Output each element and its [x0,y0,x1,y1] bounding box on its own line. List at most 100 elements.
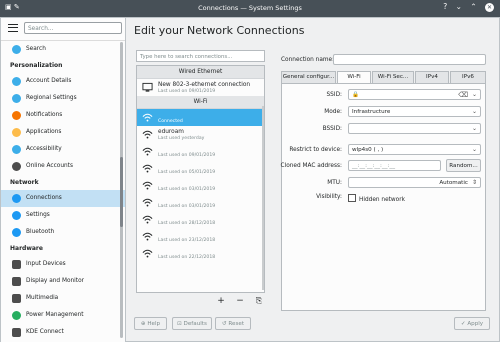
tab-ipv4[interactable]: IPv4 [415,71,449,83]
wifi-tab-content: SSID: 🔒 ⌫ ⌄ Mode: Infrastructure ⌄ BSSID… [281,83,486,311]
sidebar-item-label: Power Management [26,312,84,318]
wifi-connection-item[interactable]: Last used on 03/01/2019 [137,177,264,194]
wired-group-header: Wired Ethernet [137,66,264,79]
sidebar-item-label: Input Devices [26,261,66,267]
wifi-connection-item[interactable]: Last used on 28/12/2018 [137,211,264,228]
wired-network-icon [142,82,153,93]
sidebar: Search... Search Personalization Account … [1,18,126,342]
multimedia-icon [12,294,21,303]
wifi-connection-item[interactable]: Last used on 05/01/2019 [137,160,264,177]
monitor-icon [12,277,21,286]
wifi-signal-icon [142,214,153,225]
sidebar-item-display-and-monitor[interactable]: Display and Monitor [1,273,125,290]
tab-wifi-security[interactable]: Wi-Fi Sec... [372,71,414,83]
mtu-spinbox[interactable]: Automatic ⇕ [348,177,481,188]
sidebar-item-online-accounts[interactable]: Online Accounts [1,158,125,175]
reset-button[interactable]: ↺ Reset [215,317,251,330]
close-icon[interactable]: ✕ [485,3,494,12]
ssid-field[interactable]: 🔒 ⌫ ⌄ [348,89,481,100]
tab-ipv6[interactable]: IPv6 [450,71,486,83]
connection-last-used: Last used on 23/12/2018 [158,238,216,243]
wifi-connection-item[interactable]: Last used on 22/12/2018 [137,245,264,262]
connection-list: Wired Ethernet New 802-3-ethernet connec… [136,65,265,293]
hidden-network-option[interactable]: Hidden network [348,194,405,203]
chevron-down-icon[interactable]: ⌄ [472,90,477,99]
connection-last-used: Last used on 09/01/2019 [158,89,216,94]
cloned-mac-label: Cloned MAC address: [280,163,342,169]
chevron-down-icon: ⌄ [471,146,477,153]
mode-label: Mode: [324,109,342,115]
hidden-network-checkbox[interactable] [348,194,356,202]
reset-label: Reset [228,321,245,327]
sidebar-search-input[interactable]: Search... [24,22,122,34]
sidebar-item-label: Notifications [26,112,63,118]
network-globe-icon [12,194,21,203]
sidebar-item-label: Bluetooth [26,229,55,235]
sidebar-item-account-details[interactable]: Account Details [1,73,125,90]
wifi-connection-list: Connected eduroam Last used yesterday Last … [137,109,264,262]
defaults-button[interactable]: ⊡ Defaults [172,317,212,330]
star-icon [12,128,21,137]
sidebar-item-label: Applications [26,129,62,135]
sidebar-item-bluetooth[interactable]: Bluetooth [1,224,125,241]
window-controls[interactable]: ? ⌄ ⌃ ✕ [443,2,494,12]
sidebar-item-label: Connections [26,195,62,201]
add-connection-button[interactable]: + [215,295,227,307]
help-label: Help [147,321,161,327]
sidebar-scrollbar-thumb[interactable] [120,157,123,227]
cloned-mac-field[interactable]: __:__:__:__:__:__ [348,160,441,171]
clear-icon[interactable]: ⌫ [458,90,468,99]
mtu-label: MTU: [327,180,342,186]
export-connection-icon[interactable]: ⎘ [253,295,265,307]
bssid-select[interactable]: ⌄ [348,123,481,134]
window-buttons-icons[interactable]: ? ⌄ ⌃ [443,2,479,11]
connection-last-used: Last used on 22/12/2018 [158,255,216,260]
wifi-signal-icon [142,129,153,140]
sidebar-item-connections[interactable]: Connections [1,190,125,207]
connection-last-used: Last used on 03/01/2019 [158,187,216,192]
sidebar-item-multimedia[interactable]: Multimedia [1,290,125,307]
connection-list-scrollbar[interactable] [262,106,264,290]
sidebar-item-notifications[interactable]: Notifications [1,107,125,124]
random-mac-button[interactable]: Random... [446,159,481,172]
bluetooth-icon [12,228,21,237]
sidebar-item-regional-settings[interactable]: Regional Settings [1,90,125,107]
apply-button[interactable]: ✓ Apply [454,317,490,330]
connection-last-used: Last used on 09/01/2019 [158,153,216,158]
wifi-connection-item[interactable]: Last used on 03/01/2019 [137,194,264,211]
connection-last-used: Last used on 05/01/2019 [158,170,216,175]
help-button[interactable]: ⊕ Help [134,317,167,330]
sidebar-scrollbar[interactable] [120,42,123,338]
apply-label: Apply [467,321,484,327]
user-icon [12,77,21,86]
sidebar-item-search[interactable]: Search [1,41,125,58]
sidebar-item-settings[interactable]: Settings [1,207,125,224]
connection-last-used: Last used on 03/01/2019 [158,204,216,209]
wifi-connection-item[interactable]: Last used on 09/01/2019 [137,143,264,160]
power-icon [12,311,21,320]
wifi-connection-item[interactable]: eduroam Last used yesterday [137,126,264,143]
mode-select[interactable]: Infrastructure ⌄ [348,106,481,117]
wired-connection-item[interactable]: New 802-3-ethernet connection Last used o… [137,79,264,96]
search-icon [12,45,21,54]
sidebar-item-accessibility[interactable]: Accessibility [1,141,125,158]
connection-name-field[interactable] [333,54,486,65]
wifi-connection-item[interactable]: Connected [137,109,264,126]
sidebar-item-kde-connect[interactable]: KDE Connect [1,324,125,341]
sidebar-item-applications[interactable]: Applications [1,124,125,141]
restrict-device-select[interactable]: wlp4s0 ( , ) ⌄ [348,144,481,155]
connection-last-used: Connected [158,119,183,124]
remove-connection-button[interactable]: − [234,295,246,307]
spinbox-arrows-icon[interactable]: ⇕ [472,178,477,187]
connection-name-label: Connection name: [281,57,335,63]
sidebar-item-input-devices[interactable]: Input Devices [1,256,125,273]
connection-search-input[interactable]: Type here to search connections... [136,50,265,62]
tab-general[interactable]: General configur... [281,71,336,83]
hamburger-menu-icon[interactable] [8,24,18,32]
connection-name: eduroam [158,129,184,135]
sidebar-item-power-management[interactable]: Power Management [1,307,125,324]
settings-tabs: General configur... Wi-Fi Wi-Fi Sec... I… [281,71,486,84]
sidebar-section-header: Hardware [10,245,43,252]
wifi-connection-item[interactable]: Last used on 23/12/2018 [137,228,264,245]
ssid-label: SSID: [326,92,343,98]
